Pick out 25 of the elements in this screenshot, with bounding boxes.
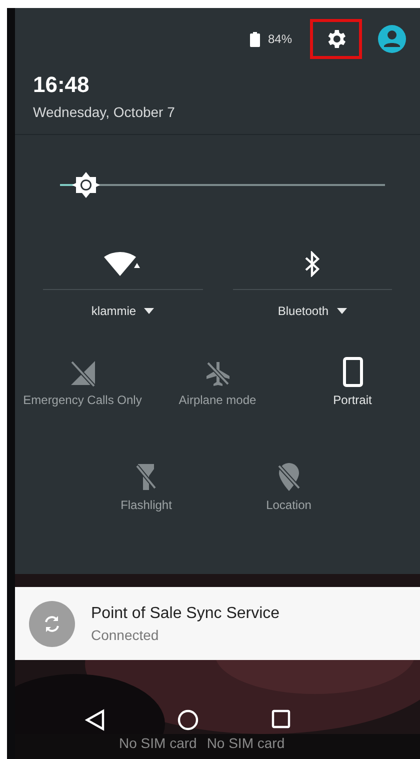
quick-settings-tile[interactable]: Airplane mode [150, 345, 285, 450]
quick-settings-tile[interactable]: Portrait [285, 345, 420, 450]
battery-percentage: 84% [268, 32, 292, 46]
carrier-label: No SIM card [119, 735, 197, 751]
home-icon[interactable] [176, 709, 198, 731]
sync-icon [29, 600, 75, 646]
notification-card[interactable]: Point of Sale Sync Service Connected [15, 587, 420, 660]
quick-settings-tile[interactable]: Location [218, 450, 360, 560]
tile-label[interactable]: klammie [91, 304, 136, 318]
recents-icon[interactable] [270, 709, 290, 729]
brightness-thumb[interactable] [71, 170, 101, 200]
settings-button[interactable] [310, 19, 362, 59]
carrier-label: No SIM card [206, 735, 285, 751]
dropdown-icon[interactable] [336, 308, 347, 314]
tile-label[interactable]: Bluetooth [278, 304, 329, 318]
battery-icon [250, 32, 260, 46]
clock-time: 16:48 [33, 72, 90, 98]
dropdown-icon[interactable] [144, 308, 154, 314]
quick-settings-tile[interactable]: Flashlight [75, 450, 218, 560]
date-text: Wednesday, October 7 [33, 104, 176, 120]
quick-settings-tile[interactable]: Emergency Calls Only [15, 345, 150, 450]
notification-text: Connected [91, 626, 160, 642]
back-icon[interactable] [84, 709, 104, 731]
avatar-icon[interactable] [378, 25, 406, 53]
notification-title: Point of Sale Sync Service [91, 604, 280, 622]
